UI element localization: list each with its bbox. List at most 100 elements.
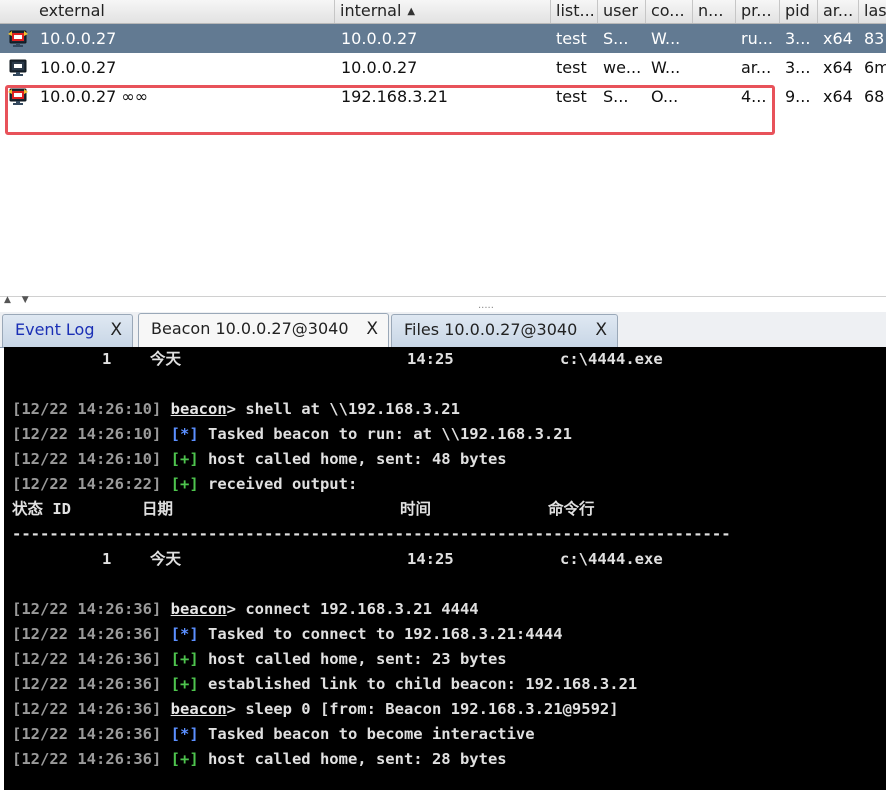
message-text: host called home, sent: 48 bytes [198, 450, 507, 468]
timestamp: [12/22 14:26:10] [12, 425, 162, 443]
column-header-1[interactable]: internal ▲ [335, 0, 551, 23]
console-table-row: 1 今天 14:25 c:\4444.exe [12, 347, 872, 372]
column-header-0[interactable]: external [34, 0, 335, 23]
console-cell: 时间 [400, 500, 432, 518]
timestamp: [12/22 14:26:36] [12, 600, 162, 618]
column-header-4[interactable]: co... [646, 0, 693, 23]
console-cell: 1 [102, 550, 112, 568]
console-cell: c:\4444.exe [560, 350, 663, 368]
cell-listener: test [556, 29, 587, 48]
success-marker: [+] [170, 750, 199, 768]
timestamp: [12/22 14:26:36] [12, 650, 162, 668]
success-marker: [+] [170, 450, 199, 468]
column-header-5[interactable]: n... [693, 0, 736, 23]
timestamp: [12/22 14:26:36] [12, 750, 162, 768]
column-header-7[interactable]: pid [780, 0, 818, 23]
table-header: external internal ▲ list... user co... n... pr.… [0, 0, 886, 24]
console-table-header: 状态 ID 日期 时间 命令行 [12, 497, 872, 522]
console-cell: 今天 [150, 350, 182, 368]
cell-pid: 3... [785, 29, 811, 48]
column-header-label: list... [556, 1, 595, 20]
console-cell: 14:25 [407, 550, 454, 568]
tab-bar: Event Log X Beacon 10.0.0.27@3040 X File… [0, 312, 886, 348]
console-message-line: [12/22 14:26:36] [*] Tasked to connect t… [12, 622, 563, 647]
column-header-label: ar... [823, 1, 854, 20]
tab-label: Files 10.0.0.27@3040 [404, 320, 578, 339]
console-cell: 命令行 [548, 500, 595, 518]
cell-arch: x64 [823, 29, 853, 48]
tab-close-icon[interactable]: X [366, 314, 378, 344]
timestamp: [12/22 14:26:10] [12, 450, 162, 468]
beacon-prompt: beacon [170, 700, 227, 718]
cell-process: ar... [741, 58, 772, 77]
message-text: host called home, sent: 28 bytes [198, 750, 507, 768]
cell-computer: W... [651, 29, 681, 48]
tab-close-icon[interactable]: X [110, 315, 122, 345]
console-command-line: [12/22 14:26:36] beacon> sleep 0 [from: … [12, 697, 619, 722]
collapse-arrows-icon[interactable]: ▲ ▼ [4, 295, 33, 305]
info-marker: [*] [170, 425, 199, 443]
timestamp: [12/22 14:26:36] [12, 675, 162, 693]
tab-event-log[interactable]: Event Log X [2, 314, 133, 347]
column-header-label: co... [651, 1, 685, 20]
console-cell: c:\4444.exe [560, 550, 663, 568]
command-text: > connect 192.168.3.21 4444 [226, 600, 479, 618]
success-marker: [+] [170, 675, 199, 693]
beacon-prompt: beacon [170, 400, 227, 418]
cell-pid: 9... [785, 87, 811, 106]
column-header-label: n... [698, 1, 724, 20]
cell-user: we... [603, 58, 642, 77]
cell-note [698, 53, 735, 82]
message-text: established link to child beacon: 192.16… [198, 675, 638, 693]
column-header-label: external [39, 1, 105, 20]
console-cell: 今天 [150, 550, 182, 568]
cell-process: ru... [741, 29, 773, 48]
info-marker: [*] [170, 625, 199, 643]
console-message-line: [12/22 14:26:36] [+] established link to… [12, 672, 637, 697]
console-rule-text: ----------------------------------------… [12, 525, 731, 543]
column-header-9[interactable]: las [859, 0, 886, 23]
cell-note [698, 24, 735, 53]
console-message-line: [12/22 14:26:36] [+] host called home, s… [12, 747, 507, 772]
cell-pid: 3... [785, 58, 811, 77]
cell-computer: W... [651, 58, 681, 77]
column-header-6[interactable]: pr... [736, 0, 780, 23]
console-command-line: [12/22 14:26:10] beacon> shell at \\192.… [12, 397, 460, 422]
tab-label: Event Log [15, 320, 95, 339]
table-row[interactable]: 10.0.0.27 10.0.0.27 test S... W... ru... 3... x… [0, 24, 886, 53]
column-header-8[interactable]: ar... [818, 0, 859, 23]
info-marker: [*] [170, 725, 199, 743]
console-command-line: [12/22 14:26:36] beacon> connect 192.168… [12, 597, 479, 622]
tab-close-icon[interactable]: X [595, 315, 607, 345]
highlight-box [5, 85, 775, 135]
console-cell: 14:25 [407, 350, 454, 368]
command-text: > shell at \\192.168.3.21 [226, 400, 460, 418]
cell-user: S... [603, 29, 629, 48]
message-text: Tasked beacon to become interactive [198, 725, 535, 743]
cell-last: 6m [864, 58, 886, 77]
cell-listener: test [556, 58, 587, 77]
beacon-user-icon [9, 59, 27, 76]
column-header-2[interactable]: list... [551, 0, 598, 23]
console-table-row: 1 今天 14:25 c:\4444.exe [12, 547, 872, 572]
column-header-label: pr... [741, 1, 772, 20]
timestamp: [12/22 14:26:10] [12, 400, 162, 418]
column-header-label: user [603, 1, 638, 20]
table-row[interactable]: 10.0.0.27 10.0.0.27 test we... W... ar... 3...… [0, 53, 886, 82]
column-header-3[interactable]: user [598, 0, 646, 23]
grip-handle-icon[interactable]: ..... [478, 300, 494, 311]
column-header-label: internal [340, 1, 402, 20]
cell-internal: 10.0.0.27 [341, 29, 418, 48]
cell-external: 10.0.0.27 [40, 29, 117, 48]
tab-files[interactable]: Files 10.0.0.27@3040 X [391, 314, 618, 347]
timestamp: [12/22 14:26:22] [12, 475, 162, 493]
message-text: Tasked beacon to run: at \\192.168.3.21 [198, 425, 572, 443]
cell-arch: x64 [823, 58, 853, 77]
sort-ascending-icon: ▲ [407, 6, 416, 17]
console-message-line: [12/22 14:26:36] [+] host called home, s… [12, 647, 507, 672]
console-cell: 1 [102, 350, 112, 368]
tab-beacon[interactable]: Beacon 10.0.0.27@3040 X [138, 313, 389, 347]
beacon-console-output[interactable]: 1 今天 14:25 c:\4444.exe [12/22 14:26:10] beac… [4, 347, 886, 790]
split-pane-divider[interactable]: ▲ ▼ ..... [0, 295, 886, 313]
beacon-prompt: beacon [170, 600, 227, 618]
